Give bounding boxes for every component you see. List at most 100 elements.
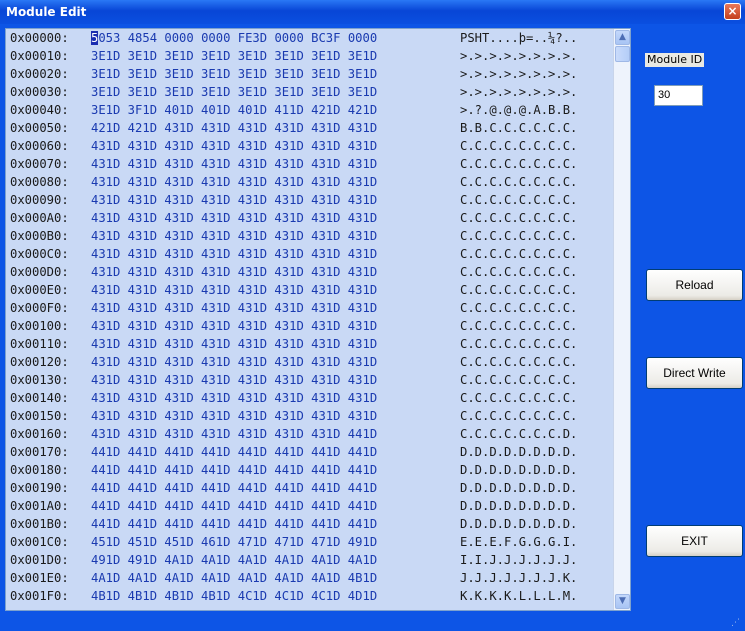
vertical-scrollbar[interactable]: ▲ ▼ [613, 29, 630, 610]
hex-ascii[interactable]: C.C.C.C.C.C.C.C. [460, 281, 577, 299]
hex-row[interactable]: 0x001A0: 441D 441D 441D 441D 441D 441D 44… [6, 497, 614, 515]
hex-ascii[interactable]: C.C.C.C.C.C.C.C. [460, 173, 577, 191]
hex-row[interactable]: 0x000F0: 431D 431D 431D 431D 431D 431D 43… [6, 299, 614, 317]
hex-row[interactable]: 0x00150: 431D 431D 431D 431D 431D 431D 43… [6, 407, 614, 425]
hex-row[interactable]: 0x000D0: 431D 431D 431D 431D 431D 431D 43… [6, 263, 614, 281]
hex-row[interactable]: 0x00100: 431D 431D 431D 431D 431D 431D 43… [6, 317, 614, 335]
hex-ascii[interactable]: C.C.C.C.C.C.C.C. [460, 353, 577, 371]
hex-bytes[interactable]: 431D 431D 431D 431D 431D 431D 431D 431D [91, 371, 377, 389]
scroll-down-icon[interactable]: ▼ [615, 594, 630, 609]
hex-ascii[interactable]: C.C.C.C.C.C.C.D. [460, 425, 577, 443]
title-bar[interactable]: Module Edit × [0, 0, 745, 24]
hex-row[interactable]: 0x000E0: 431D 431D 431D 431D 431D 431D 43… [6, 281, 614, 299]
hex-ascii[interactable]: C.C.C.C.C.C.C.C. [460, 389, 577, 407]
exit-button[interactable]: EXIT [646, 525, 743, 557]
hex-ascii[interactable]: C.C.C.C.C.C.C.C. [460, 263, 577, 281]
hex-bytes[interactable]: 4A1D 4A1D 4A1D 4A1D 4A1D 4A1D 4A1D 4B1D [91, 569, 377, 587]
hex-ascii[interactable]: D.D.D.D.D.D.D.D. [460, 443, 577, 461]
hex-bytes[interactable]: 431D 431D 431D 431D 431D 431D 431D 431D [91, 245, 377, 263]
hex-bytes[interactable]: 441D 441D 441D 441D 441D 441D 441D 441D [91, 515, 377, 533]
hex-ascii[interactable]: D.D.D.D.D.D.D.D. [460, 515, 577, 533]
hex-row[interactable]: 0x001E0: 4A1D 4A1D 4A1D 4A1D 4A1D 4A1D 4A… [6, 569, 614, 587]
hex-row[interactable]: 0x00070: 431D 431D 431D 431D 431D 431D 43… [6, 155, 614, 173]
hex-bytes[interactable]: 5053 4854 0000 0000 FE3D 0000 BC3F 0000 [91, 29, 377, 47]
hex-row[interactable]: 0x00010: 3E1D 3E1D 3E1D 3E1D 3E1D 3E1D 3E… [6, 47, 614, 65]
hex-bytes[interactable]: 431D 431D 431D 431D 431D 431D 431D 431D [91, 227, 377, 245]
hex-row[interactable]: 0x00160: 431D 431D 431D 431D 431D 431D 43… [6, 425, 614, 443]
hex-bytes[interactable]: 431D 431D 431D 431D 431D 431D 431D 431D [91, 263, 377, 281]
hex-ascii[interactable]: K.K.K.K.L.L.L.M. [460, 587, 577, 605]
hex-row[interactable]: 0x00050: 421D 421D 431D 431D 431D 431D 43… [6, 119, 614, 137]
hex-ascii[interactable]: C.C.C.C.C.C.C.C. [460, 371, 577, 389]
hex-ascii[interactable]: C.C.C.C.C.C.C.C. [460, 407, 577, 425]
hex-bytes[interactable]: 421D 421D 431D 431D 431D 431D 431D 431D [91, 119, 377, 137]
hex-row[interactable]: 0x00090: 431D 431D 431D 431D 431D 431D 43… [6, 191, 614, 209]
hex-ascii[interactable]: C.C.C.C.C.C.C.C. [460, 155, 577, 173]
hex-bytes[interactable]: 431D 431D 431D 431D 431D 431D 431D 441D [91, 425, 377, 443]
hex-row[interactable]: 0x000A0: 431D 431D 431D 431D 431D 431D 43… [6, 209, 614, 227]
hex-bytes[interactable]: 3E1D 3E1D 3E1D 3E1D 3E1D 3E1D 3E1D 3E1D [91, 47, 377, 65]
hex-bytes[interactable]: 431D 431D 431D 431D 431D 431D 431D 431D [91, 173, 377, 191]
hex-bytes[interactable]: 441D 441D 441D 441D 441D 441D 441D 441D [91, 461, 377, 479]
hex-bytes[interactable]: 431D 431D 431D 431D 431D 431D 431D 431D [91, 299, 377, 317]
hex-ascii[interactable]: D.D.D.D.D.D.D.D. [460, 479, 577, 497]
hex-bytes[interactable]: 431D 431D 431D 431D 431D 431D 431D 431D [91, 191, 377, 209]
hex-row[interactable]: 0x00190: 441D 441D 441D 441D 441D 441D 44… [6, 479, 614, 497]
hex-bytes[interactable]: 431D 431D 431D 431D 431D 431D 431D 431D [91, 209, 377, 227]
hex-ascii[interactable]: I.I.J.J.J.J.J.J. [460, 551, 577, 569]
hex-ascii[interactable]: PSHT....þ=..¼?.. [460, 29, 577, 47]
hex-row[interactable]: 0x00020: 3E1D 3E1D 3E1D 3E1D 3E1D 3E1D 3E… [6, 65, 614, 83]
hex-ascii[interactable]: C.C.C.C.C.C.C.C. [460, 137, 577, 155]
hex-bytes[interactable]: 431D 431D 431D 431D 431D 431D 431D 431D [91, 353, 377, 371]
scroll-thumb[interactable] [615, 46, 630, 62]
hex-ascii[interactable]: C.C.C.C.C.C.C.C. [460, 245, 577, 263]
hex-bytes[interactable]: 441D 441D 441D 441D 441D 441D 441D 441D [91, 497, 377, 515]
hex-bytes[interactable]: 431D 431D 431D 431D 431D 431D 431D 431D [91, 281, 377, 299]
hex-row[interactable]: 0x00080: 431D 431D 431D 431D 431D 431D 43… [6, 173, 614, 191]
hex-ascii[interactable]: D.D.D.D.D.D.D.D. [460, 461, 577, 479]
hex-row[interactable]: 0x001F0: 4B1D 4B1D 4B1D 4B1D 4C1D 4C1D 4C… [6, 587, 614, 605]
hex-bytes[interactable]: 431D 431D 431D 431D 431D 431D 431D 431D [91, 407, 377, 425]
scroll-up-icon[interactable]: ▲ [615, 30, 630, 45]
hex-bytes[interactable]: 491D 491D 4A1D 4A1D 4A1D 4A1D 4A1D 4A1D [91, 551, 377, 569]
hex-row[interactable]: 0x001B0: 441D 441D 441D 441D 441D 441D 44… [6, 515, 614, 533]
hex-ascii[interactable]: C.C.C.C.C.C.C.C. [460, 335, 577, 353]
hex-ascii[interactable]: C.C.C.C.C.C.C.C. [460, 227, 577, 245]
hex-ascii[interactable]: >.>.>.>.>.>.>.>. [460, 83, 577, 101]
hex-row[interactable]: 0x00180: 441D 441D 441D 441D 441D 441D 44… [6, 461, 614, 479]
hex-row[interactable]: 0x001C0: 451D 451D 451D 461D 471D 471D 47… [6, 533, 614, 551]
hex-row[interactable]: 0x00170: 441D 441D 441D 441D 441D 441D 44… [6, 443, 614, 461]
hex-ascii[interactable]: B.B.C.C.C.C.C.C. [460, 119, 577, 137]
hex-bytes[interactable]: 431D 431D 431D 431D 431D 431D 431D 431D [91, 389, 377, 407]
hex-bytes[interactable]: 3E1D 3E1D 3E1D 3E1D 3E1D 3E1D 3E1D 3E1D [91, 83, 377, 101]
hex-row[interactable]: 0x00000: 5053 4854 0000 0000 FE3D 0000 BC… [6, 29, 614, 47]
hex-row[interactable]: 0x00120: 431D 431D 431D 431D 431D 431D 43… [6, 353, 614, 371]
hex-bytes[interactable]: 431D 431D 431D 431D 431D 431D 431D 431D [91, 335, 377, 353]
hex-bytes[interactable]: 441D 441D 441D 441D 441D 441D 441D 441D [91, 443, 377, 461]
hex-row[interactable]: 0x00130: 431D 431D 431D 431D 431D 431D 43… [6, 371, 614, 389]
hex-bytes[interactable]: 431D 431D 431D 431D 431D 431D 431D 431D [91, 155, 377, 173]
hex-ascii[interactable]: D.D.D.D.D.D.D.D. [460, 497, 577, 515]
hex-bytes[interactable]: 431D 431D 431D 431D 431D 431D 431D 431D [91, 137, 377, 155]
hex-bytes[interactable]: 3E1D 3F1D 401D 401D 401D 411D 421D 421D [91, 101, 377, 119]
hex-bytes[interactable]: 4B1D 4B1D 4B1D 4B1D 4C1D 4C1D 4C1D 4D1D [91, 587, 377, 605]
close-button[interactable]: × [724, 3, 741, 20]
hex-ascii[interactable]: >.>.>.>.>.>.>.>. [460, 47, 577, 65]
resize-grip-icon[interactable]: ⋰ [731, 617, 743, 629]
hex-row[interactable]: 0x00140: 431D 431D 431D 431D 431D 431D 43… [6, 389, 614, 407]
hex-row[interactable]: 0x00040: 3E1D 3F1D 401D 401D 401D 411D 42… [6, 101, 614, 119]
hex-ascii[interactable]: >.>.>.>.>.>.>.>. [460, 65, 577, 83]
hex-editor[interactable]: 0x00000: 5053 4854 0000 0000 FE3D 0000 BC… [5, 28, 631, 611]
hex-row[interactable]: 0x00030: 3E1D 3E1D 3E1D 3E1D 3E1D 3E1D 3E… [6, 83, 614, 101]
hex-ascii[interactable]: J.J.J.J.J.J.J.K. [460, 569, 577, 587]
hex-ascii[interactable]: E.E.E.F.G.G.G.I. [460, 533, 577, 551]
hex-ascii[interactable]: >.?.@.@.@.A.B.B. [460, 101, 577, 119]
hex-bytes[interactable]: 451D 451D 451D 461D 471D 471D 471D 491D [91, 533, 377, 551]
hex-bytes[interactable]: 431D 431D 431D 431D 431D 431D 431D 431D [91, 317, 377, 335]
hex-row[interactable]: 0x001D0: 491D 491D 4A1D 4A1D 4A1D 4A1D 4A… [6, 551, 614, 569]
hex-row[interactable]: 0x00060: 431D 431D 431D 431D 431D 431D 43… [6, 137, 614, 155]
hex-ascii[interactable]: C.C.C.C.C.C.C.C. [460, 299, 577, 317]
hex-ascii[interactable]: C.C.C.C.C.C.C.C. [460, 317, 577, 335]
module-id-input[interactable]: 30 [654, 85, 703, 106]
reload-button[interactable]: Reload [646, 269, 743, 301]
